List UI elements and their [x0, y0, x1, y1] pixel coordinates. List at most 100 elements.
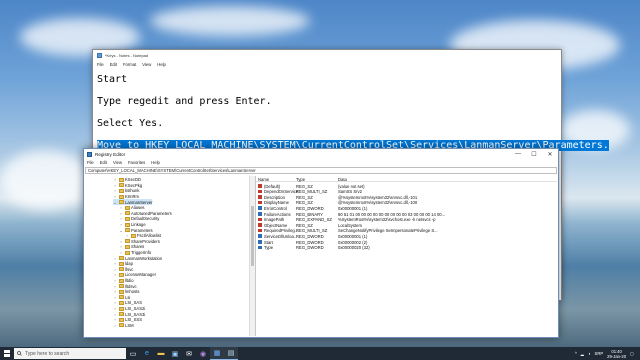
expand-icon[interactable]: › [113, 300, 117, 305]
value-data: 0x00000020 (32) [338, 245, 370, 251]
folder-icon [118, 256, 124, 261]
string-value-icon [258, 189, 262, 194]
folder-icon [124, 205, 130, 210]
language-indicator[interactable]: SRP [595, 351, 604, 356]
expand-icon[interactable]: › [119, 216, 123, 221]
expand-icon[interactable]: › [113, 289, 117, 294]
tree-item-label: DefaultSecurity [131, 216, 160, 222]
notepad-icon[interactable]: ▤ [224, 347, 238, 360]
menu-edit[interactable]: Edit [110, 62, 117, 67]
values-pane[interactable]: Name Type Data (Default) REG_SZ (value not… [256, 176, 557, 336]
menu-help[interactable]: Help [157, 62, 166, 67]
folder-icon [118, 183, 124, 188]
expand-icon[interactable]: › [113, 306, 117, 311]
expand-icon[interactable]: › [113, 284, 117, 289]
explorer-icon[interactable]: ▬ [154, 347, 168, 360]
task-view-icon[interactable]: ▭ [126, 347, 140, 360]
expand-icon[interactable]: › [125, 233, 129, 238]
expand-icon[interactable]: › [113, 267, 117, 272]
mail-icon[interactable]: ✉ [182, 347, 196, 360]
tree-item[interactable]: › LSM [113, 323, 133, 329]
network-icon[interactable]: ▂ [581, 351, 584, 356]
clock[interactable]: 01:40 29-Jan-20 [607, 349, 626, 359]
expand-icon[interactable]: › [113, 312, 117, 317]
menu-view[interactable]: View [142, 62, 151, 67]
menu-file[interactable]: File [87, 160, 94, 165]
expand-icon[interactable]: › [113, 194, 117, 199]
value-row[interactable]: Type REG_DWORD 0x00000020 (32) [256, 245, 557, 251]
folder-icon [118, 289, 124, 294]
menu-format[interactable]: Format [123, 62, 136, 67]
edge-icon[interactable]: e [140, 347, 154, 360]
folder-icon [118, 295, 124, 300]
address-bar[interactable]: Computer\HKEY_LOCAL_MACHINE\SYSTEM\Curre… [85, 167, 557, 174]
tree-item-label: Linkage [131, 222, 146, 228]
expand-icon[interactable]: › [113, 177, 117, 182]
registry-editor-window[interactable]: Registry Editor — ☐ ✕ File Edit View Fav… [83, 148, 559, 338]
expand-icon[interactable]: › [113, 295, 117, 300]
folder-icon [124, 239, 130, 244]
search-box[interactable]: Type here to search [14, 348, 126, 359]
expand-icon[interactable]: › [119, 222, 123, 227]
binary-value-icon [258, 234, 262, 238]
notepad-menubar: File Edit Format View Help [93, 60, 561, 68]
menu-favorites[interactable]: Favorites [128, 160, 145, 165]
key-tree[interactable]: › KSecDD › KSecPkg › ksthunk › KtmRm ⌄ LanmanServ… [85, 176, 256, 336]
expand-icon[interactable]: › [119, 250, 123, 255]
tree-item-label: KSecDD [125, 177, 142, 183]
menu-help[interactable]: Help [151, 160, 160, 165]
notepad-titlebar[interactable]: *Keys - Notes - Notepad [93, 50, 561, 60]
folder-icon [118, 278, 124, 283]
store-icon[interactable]: ▣ [168, 347, 182, 360]
menu-file[interactable]: File [97, 62, 104, 67]
notepad-title: *Keys - Notes - Notepad [105, 52, 149, 58]
folder-icon [118, 177, 124, 182]
folder-icon [118, 261, 124, 266]
expand-icon[interactable]: › [113, 278, 117, 283]
string-value-icon [258, 200, 262, 205]
expand-icon[interactable]: › [113, 317, 117, 322]
folder-icon [124, 222, 130, 227]
folder-icon [118, 267, 124, 272]
menu-edit[interactable]: Edit [100, 160, 107, 165]
column-header-name[interactable]: Name [258, 177, 269, 182]
volume-icon[interactable]: ◖ [588, 351, 591, 356]
values-header: Name Type Data [256, 176, 557, 182]
minimize-button[interactable]: — [510, 149, 526, 159]
tree-item-label: FsctlAllowlist [137, 233, 161, 239]
tree-item-label: LSI_SAS3i [125, 311, 146, 317]
folder-icon [124, 228, 130, 233]
tree-scrollbar[interactable] [249, 176, 255, 336]
menu-view[interactable]: View [113, 160, 122, 165]
media-icon[interactable]: ◉ [196, 347, 210, 360]
text-line: Start [97, 74, 128, 85]
folder-icon [124, 250, 130, 255]
maximize-button[interactable]: ☐ [526, 149, 542, 159]
tree-item-label: Parameters [131, 227, 153, 233]
start-button[interactable] [0, 347, 14, 360]
column-header-data[interactable]: Data [338, 177, 347, 182]
chevron-up-icon[interactable]: ^ [575, 351, 577, 356]
regedit-titlebar[interactable]: Registry Editor — ☐ ✕ [84, 149, 558, 159]
expand-icon[interactable]: › [113, 272, 117, 277]
tree-item-label: KSecPkg [125, 182, 143, 188]
close-button[interactable]: ✕ [542, 149, 558, 159]
expand-icon[interactable]: › [113, 256, 117, 261]
expand-icon[interactable]: › [113, 183, 117, 188]
expand-icon[interactable]: › [119, 244, 123, 249]
string-value-icon [258, 228, 262, 233]
column-header-type[interactable]: Type [296, 177, 305, 182]
notification-icon[interactable]: ▢ [630, 351, 634, 356]
expand-icon[interactable]: › [113, 261, 117, 266]
scrollbar-thumb[interactable] [251, 206, 254, 266]
binary-value-icon [258, 245, 262, 250]
collapse-icon[interactable]: ⌄ [119, 228, 123, 233]
expand-icon[interactable]: › [113, 188, 117, 193]
expand-icon[interactable]: › [119, 205, 123, 210]
tree-item-label: LSI_SSS [125, 317, 142, 323]
expand-icon[interactable]: › [113, 323, 117, 328]
regedit-icon[interactable]: ▦ [210, 347, 224, 360]
expand-icon[interactable]: › [119, 239, 123, 244]
expand-icon[interactable]: › [119, 211, 123, 216]
collapse-icon[interactable]: ⌄ [113, 200, 117, 205]
